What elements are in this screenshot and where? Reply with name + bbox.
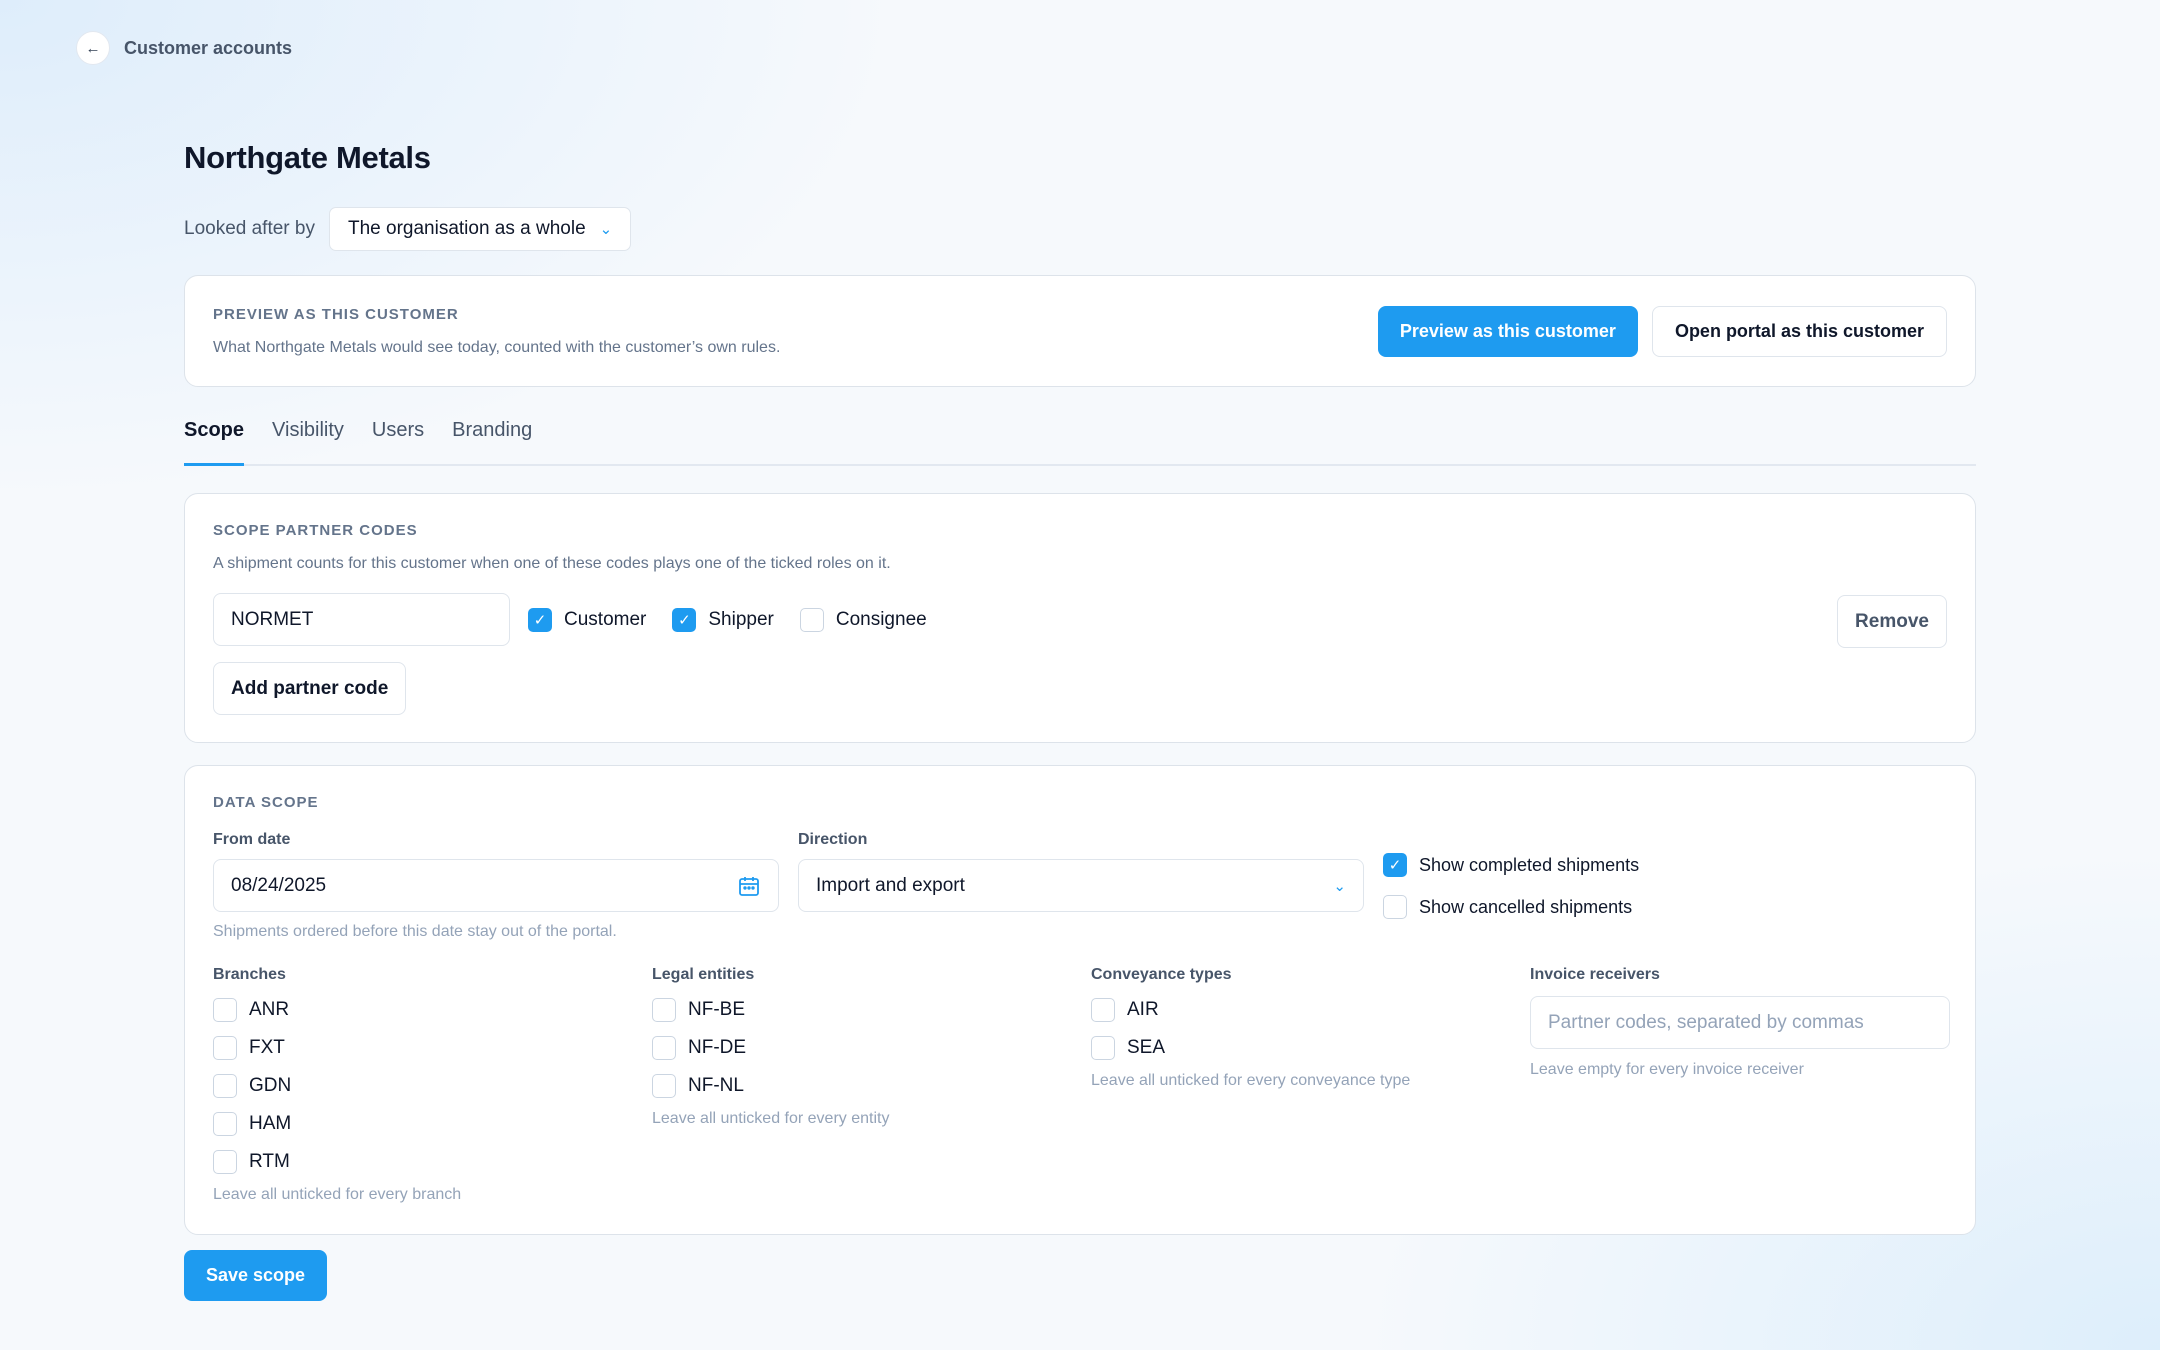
role-consignee-checkbox[interactable]: Consignee	[799, 607, 927, 632]
invoice-receivers-placeholder: Partner codes, separated by commas	[1548, 1011, 1864, 1033]
checkbox-empty-icon[interactable]	[1383, 895, 1407, 919]
preview-description: What Northgate Metals would see today, c…	[213, 338, 781, 356]
direction-value: Import and export	[816, 874, 965, 896]
looked-after-row: Looked after by The organisation as a wh…	[184, 207, 1976, 251]
entity-label: NF-DE	[688, 1037, 747, 1058]
from-date-label: From date	[213, 831, 291, 848]
checkbox-empty-icon[interactable]	[213, 1150, 237, 1174]
open-portal-button[interactable]: Open portal as this customer	[1651, 305, 1947, 357]
from-date-hint: Shipments ordered before this date stay …	[213, 923, 617, 940]
main-content: Northgate Metals Looked after by The org…	[184, 140, 1976, 1235]
legal-entities-hint: Leave all unticked for every entity	[652, 1110, 890, 1127]
role-consignee-label: Consignee	[835, 608, 927, 630]
from-date-input[interactable]: 08/24/2025	[213, 859, 779, 912]
add-partner-code-button[interactable]: Add partner code	[213, 662, 407, 715]
branch-anr-checkbox[interactable]: ANR	[213, 998, 461, 1022]
show-completed-label: Show completed shipments	[1419, 854, 1640, 875]
check-icon[interactable]: ✓	[1383, 853, 1407, 877]
branch-label: FXT	[249, 1037, 285, 1058]
conveyance-air-checkbox[interactable]: AIR	[1091, 998, 1410, 1022]
partner-codes-card: SCOPE PARTNER CODES A shipment counts fo…	[184, 493, 1976, 743]
remove-partner-code-button[interactable]: Remove	[1837, 595, 1947, 648]
checkbox-empty-icon[interactable]	[213, 998, 237, 1022]
invoice-receivers-hint: Leave empty for every invoice receiver	[1530, 1061, 1804, 1078]
preview-eyebrow: PREVIEW AS THIS CUSTOMER	[213, 305, 459, 323]
show-cancelled-checkbox[interactable]: Show cancelled shipments	[1383, 895, 1639, 919]
conveyance-sea-checkbox[interactable]: SEA	[1091, 1036, 1410, 1060]
role-shipper-checkbox[interactable]: ✓ Shipper	[672, 607, 774, 632]
back-label: Customer accounts	[124, 37, 293, 58]
data-scope-card: DATA SCOPE From date 08/24/2025 Shipment…	[184, 765, 1976, 1235]
partner-codes-description: A shipment counts for this customer when…	[213, 555, 891, 572]
checkbox-empty-icon[interactable]	[652, 998, 676, 1022]
page-title: Northgate Metals	[184, 140, 431, 175]
checkbox-empty-icon[interactable]	[213, 1112, 237, 1136]
role-shipper-label: Shipper	[708, 608, 774, 630]
role-customer-label: Customer	[564, 608, 647, 630]
checkbox-empty-icon[interactable]	[799, 607, 824, 632]
branch-label: RTM	[249, 1151, 290, 1172]
data-scope-eyebrow: DATA SCOPE	[213, 794, 319, 811]
invoice-receivers-label: Invoice receivers	[1530, 966, 1660, 983]
from-date-value: 08/24/2025	[231, 874, 327, 896]
conveyance-types-hint: Leave all unticked for every conveyance …	[1091, 1072, 1411, 1089]
calendar-icon[interactable]	[737, 874, 761, 898]
direction-select[interactable]: Import and export ⌄	[798, 859, 1364, 912]
partner-codes-eyebrow: SCOPE PARTNER CODES	[213, 522, 418, 539]
tab-branding[interactable]: Branding	[452, 413, 532, 464]
tab-scope[interactable]: Scope	[184, 413, 245, 466]
direction-label: Direction	[798, 831, 868, 848]
checkbox-empty-icon[interactable]	[1091, 1036, 1115, 1060]
checkbox-empty-icon[interactable]	[652, 1074, 676, 1098]
partner-code-input[interactable]: NORMET	[213, 593, 510, 646]
tab-visibility[interactable]: Visibility	[272, 413, 344, 464]
entity-nf-de-checkbox[interactable]: NF-DE	[652, 1036, 889, 1060]
branch-fxt-checkbox[interactable]: FXT	[213, 1036, 461, 1060]
branch-ham-checkbox[interactable]: HAM	[213, 1112, 461, 1136]
checkbox-empty-icon[interactable]	[213, 1036, 237, 1060]
chevron-down-icon: ⌄	[599, 221, 613, 238]
branch-label: HAM	[249, 1113, 292, 1134]
branch-gdn-checkbox[interactable]: GDN	[213, 1074, 461, 1098]
looked-after-select[interactable]: The organisation as a whole ⌄	[328, 207, 632, 251]
entity-label: NF-NL	[688, 1075, 744, 1096]
role-customer-checkbox[interactable]: ✓ Customer	[528, 607, 647, 632]
conveyance-label: AIR	[1127, 999, 1159, 1020]
show-completed-checkbox[interactable]: ✓ Show completed shipments	[1383, 853, 1639, 877]
save-scope-button[interactable]: Save scope	[184, 1250, 328, 1301]
tab-users[interactable]: Users	[372, 413, 424, 464]
back-link[interactable]: ← Customer accounts	[76, 31, 292, 65]
show-cancelled-label: Show cancelled shipments	[1419, 896, 1633, 917]
check-icon[interactable]: ✓	[672, 607, 697, 632]
looked-after-value: The organisation as a whole	[347, 218, 586, 239]
branches-label: Branches	[213, 966, 286, 983]
legal-entities-label: Legal entities	[652, 966, 755, 983]
entity-nf-nl-checkbox[interactable]: NF-NL	[652, 1074, 889, 1098]
invoice-receivers-input[interactable]: Partner codes, separated by commas	[1530, 996, 1950, 1049]
preview-as-customer-button[interactable]: Preview as this customer	[1377, 305, 1638, 357]
entity-label: NF-BE	[688, 999, 745, 1020]
conveyance-types-label: Conveyance types	[1091, 966, 1232, 983]
conveyance-label: SEA	[1127, 1037, 1166, 1058]
checkbox-empty-icon[interactable]	[213, 1074, 237, 1098]
tab-bar: Scope Visibility Users Branding	[184, 413, 1976, 466]
branch-label: GDN	[249, 1075, 292, 1096]
preview-card: PREVIEW AS THIS CUSTOMER What Northgate …	[184, 275, 1976, 387]
entity-nf-be-checkbox[interactable]: NF-BE	[652, 998, 889, 1022]
arrow-left-icon[interactable]: ←	[76, 31, 110, 65]
check-icon[interactable]: ✓	[528, 607, 552, 632]
chevron-down-icon: ⌄	[1333, 877, 1346, 895]
looked-after-label: Looked after by	[184, 218, 315, 239]
checkbox-empty-icon[interactable]	[1091, 998, 1115, 1022]
branch-rtm-checkbox[interactable]: RTM	[213, 1150, 461, 1174]
branches-hint: Leave all unticked for every branch	[213, 1186, 462, 1203]
checkbox-empty-icon[interactable]	[652, 1036, 676, 1060]
branch-label: ANR	[249, 999, 290, 1020]
